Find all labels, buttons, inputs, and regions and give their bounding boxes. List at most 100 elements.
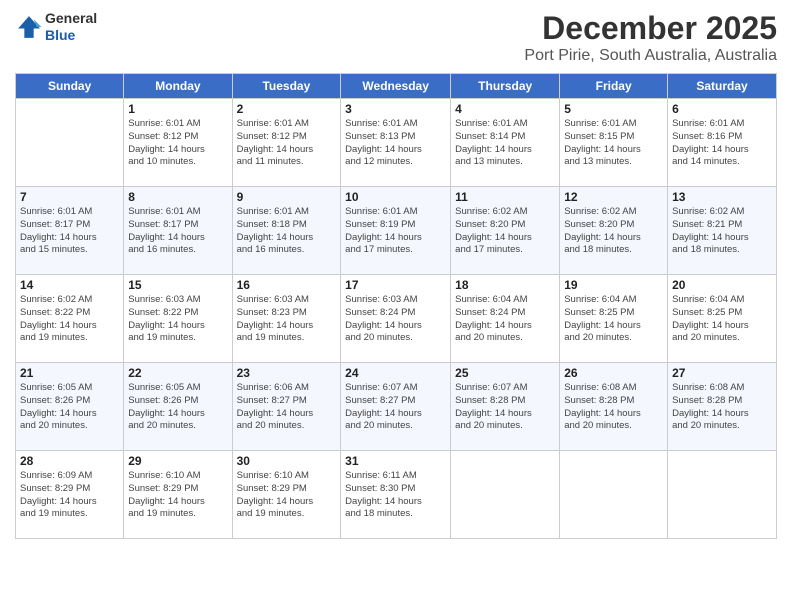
day-number: 28 xyxy=(20,454,119,468)
day-info: Sunrise: 6:01 AM Sunset: 8:17 PM Dayligh… xyxy=(20,206,119,257)
calendar-header-friday: Friday xyxy=(560,74,668,99)
day-number: 22 xyxy=(128,366,227,380)
day-info: Sunrise: 6:01 AM Sunset: 8:15 PM Dayligh… xyxy=(564,118,663,169)
day-number: 5 xyxy=(564,102,663,116)
day-number: 6 xyxy=(672,102,772,116)
calendar-cell: 11 Sunrise: 6:02 AM Sunset: 8:20 PM Dayli… xyxy=(451,187,560,275)
logo-icon xyxy=(15,13,43,41)
day-number: 31 xyxy=(345,454,446,468)
calendar-cell xyxy=(16,99,124,187)
day-number: 4 xyxy=(455,102,555,116)
calendar-cell: 6 Sunrise: 6:01 AM Sunset: 8:16 PM Daylig… xyxy=(668,99,777,187)
day-number: 17 xyxy=(345,278,446,292)
calendar-cell: 14Sunrise: 6:02 AM Sunset: 8:22 PM Dayli… xyxy=(16,275,124,363)
calendar-cell: 26 Sunrise: 6:08 AM Sunset: 8:28 PM Dayli… xyxy=(560,363,668,451)
calendar-cell: 8 Sunrise: 6:01 AM Sunset: 8:17 PM Daylig… xyxy=(124,187,232,275)
day-info: Sunrise: 6:03 AM Sunset: 8:23 PM Dayligh… xyxy=(237,294,337,345)
day-number: 16 xyxy=(237,278,337,292)
day-number: 30 xyxy=(237,454,337,468)
day-info: Sunrise: 6:02 AM Sunset: 8:20 PM Dayligh… xyxy=(455,206,555,257)
calendar-cell: 16 Sunrise: 6:03 AM Sunset: 8:23 PM Dayli… xyxy=(232,275,341,363)
day-info: Sunrise: 6:04 AM Sunset: 8:24 PM Dayligh… xyxy=(455,294,555,345)
day-info: Sunrise: 6:01 AM Sunset: 8:12 PM Dayligh… xyxy=(237,118,337,169)
day-number: 21 xyxy=(20,366,119,380)
main-title: December 2025 xyxy=(524,10,777,47)
day-info: Sunrise: 6:01 AM Sunset: 8:18 PM Dayligh… xyxy=(237,206,337,257)
calendar-header-monday: Monday xyxy=(124,74,232,99)
calendar-cell: 27 Sunrise: 6:08 AM Sunset: 8:28 PM Dayli… xyxy=(668,363,777,451)
day-number: 27 xyxy=(672,366,772,380)
day-number: 19 xyxy=(564,278,663,292)
day-number: 25 xyxy=(455,366,555,380)
calendar-cell: 30 Sunrise: 6:10 AM Sunset: 8:29 PM Dayli… xyxy=(232,451,341,539)
day-number: 18 xyxy=(455,278,555,292)
day-info: Sunrise: 6:07 AM Sunset: 8:28 PM Dayligh… xyxy=(455,382,555,433)
calendar-cell: 19 Sunrise: 6:04 AM Sunset: 8:25 PM Dayli… xyxy=(560,275,668,363)
day-info: Sunrise: 6:07 AM Sunset: 8:27 PM Dayligh… xyxy=(345,382,446,433)
day-info: Sunrise: 6:05 AM Sunset: 8:26 PM Dayligh… xyxy=(128,382,227,433)
logo: General Blue xyxy=(15,10,97,44)
day-info: Sunrise: 6:10 AM Sunset: 8:29 PM Dayligh… xyxy=(128,470,227,521)
day-info: Sunrise: 6:03 AM Sunset: 8:22 PM Dayligh… xyxy=(128,294,227,345)
day-info: Sunrise: 6:01 AM Sunset: 8:14 PM Dayligh… xyxy=(455,118,555,169)
calendar-cell: 12 Sunrise: 6:02 AM Sunset: 8:20 PM Dayli… xyxy=(560,187,668,275)
day-info: Sunrise: 6:04 AM Sunset: 8:25 PM Dayligh… xyxy=(672,294,772,345)
calendar-header-tuesday: Tuesday xyxy=(232,74,341,99)
calendar-cell: 21 Sunrise: 6:05 AM Sunset: 8:26 PM Dayli… xyxy=(16,363,124,451)
title-block: December 2025 Port Pirie, South Australi… xyxy=(524,10,777,65)
day-number: 7 xyxy=(20,190,119,204)
day-number: 15 xyxy=(128,278,227,292)
calendar-header-sunday: Sunday xyxy=(16,74,124,99)
calendar-cell: 9 Sunrise: 6:01 AM Sunset: 8:18 PM Daylig… xyxy=(232,187,341,275)
calendar-header-thursday: Thursday xyxy=(451,74,560,99)
calendar-cell: 1 Sunrise: 6:01 AM Sunset: 8:12 PM Daylig… xyxy=(124,99,232,187)
header: General Blue December 2025 Port Pirie, S… xyxy=(15,10,777,65)
day-info: Sunrise: 6:01 AM Sunset: 8:12 PM Dayligh… xyxy=(128,118,227,169)
calendar-header-saturday: Saturday xyxy=(668,74,777,99)
calendar-cell: 23Sunrise: 6:06 AM Sunset: 8:27 PM Dayli… xyxy=(232,363,341,451)
calendar-cell: 10Sunrise: 6:01 AM Sunset: 8:19 PM Dayli… xyxy=(341,187,451,275)
day-info: Sunrise: 6:11 AM Sunset: 8:30 PM Dayligh… xyxy=(345,470,446,521)
calendar-cell: 28Sunrise: 6:09 AM Sunset: 8:29 PM Dayli… xyxy=(16,451,124,539)
calendar-week-2: 7 Sunrise: 6:01 AM Sunset: 8:17 PM Daylig… xyxy=(16,187,777,275)
calendar: SundayMondayTuesdayWednesdayThursdayFrid… xyxy=(15,73,777,539)
day-info: Sunrise: 6:08 AM Sunset: 8:28 PM Dayligh… xyxy=(672,382,772,433)
calendar-cell xyxy=(560,451,668,539)
day-number: 26 xyxy=(564,366,663,380)
day-number: 13 xyxy=(672,190,772,204)
day-number: 24 xyxy=(345,366,446,380)
day-info: Sunrise: 6:02 AM Sunset: 8:20 PM Dayligh… xyxy=(564,206,663,257)
calendar-header-wednesday: Wednesday xyxy=(341,74,451,99)
calendar-cell: 5 Sunrise: 6:01 AM Sunset: 8:15 PM Daylig… xyxy=(560,99,668,187)
subtitle: Port Pirie, South Australia, Australia xyxy=(524,47,777,65)
day-info: Sunrise: 6:01 AM Sunset: 8:17 PM Dayligh… xyxy=(128,206,227,257)
calendar-header-row: SundayMondayTuesdayWednesdayThursdayFrid… xyxy=(16,74,777,99)
calendar-week-5: 28Sunrise: 6:09 AM Sunset: 8:29 PM Dayli… xyxy=(16,451,777,539)
calendar-cell: 15 Sunrise: 6:03 AM Sunset: 8:22 PM Dayli… xyxy=(124,275,232,363)
logo-text-blue: Blue xyxy=(45,27,97,44)
day-number: 1 xyxy=(128,102,227,116)
day-number: 12 xyxy=(564,190,663,204)
day-info: Sunrise: 6:10 AM Sunset: 8:29 PM Dayligh… xyxy=(237,470,337,521)
calendar-cell: 3Sunrise: 6:01 AM Sunset: 8:13 PM Daylig… xyxy=(341,99,451,187)
calendar-cell: 31 Sunrise: 6:11 AM Sunset: 8:30 PM Dayli… xyxy=(341,451,451,539)
calendar-week-3: 14Sunrise: 6:02 AM Sunset: 8:22 PM Dayli… xyxy=(16,275,777,363)
day-number: 11 xyxy=(455,190,555,204)
calendar-week-4: 21 Sunrise: 6:05 AM Sunset: 8:26 PM Dayli… xyxy=(16,363,777,451)
day-number: 9 xyxy=(237,190,337,204)
day-number: 8 xyxy=(128,190,227,204)
calendar-cell: 22 Sunrise: 6:05 AM Sunset: 8:26 PM Dayli… xyxy=(124,363,232,451)
calendar-cell xyxy=(668,451,777,539)
day-info: Sunrise: 6:05 AM Sunset: 8:26 PM Dayligh… xyxy=(20,382,119,433)
calendar-cell: 17 Sunrise: 6:03 AM Sunset: 8:24 PM Dayli… xyxy=(341,275,451,363)
day-number: 29 xyxy=(128,454,227,468)
day-info: Sunrise: 6:08 AM Sunset: 8:28 PM Dayligh… xyxy=(564,382,663,433)
day-info: Sunrise: 6:03 AM Sunset: 8:24 PM Dayligh… xyxy=(345,294,446,345)
day-info: Sunrise: 6:01 AM Sunset: 8:16 PM Dayligh… xyxy=(672,118,772,169)
calendar-cell xyxy=(451,451,560,539)
calendar-cell: 2Sunrise: 6:01 AM Sunset: 8:12 PM Daylig… xyxy=(232,99,341,187)
day-info: Sunrise: 6:04 AM Sunset: 8:25 PM Dayligh… xyxy=(564,294,663,345)
day-number: 10 xyxy=(345,190,446,204)
day-number: 3 xyxy=(345,102,446,116)
day-number: 23 xyxy=(237,366,337,380)
